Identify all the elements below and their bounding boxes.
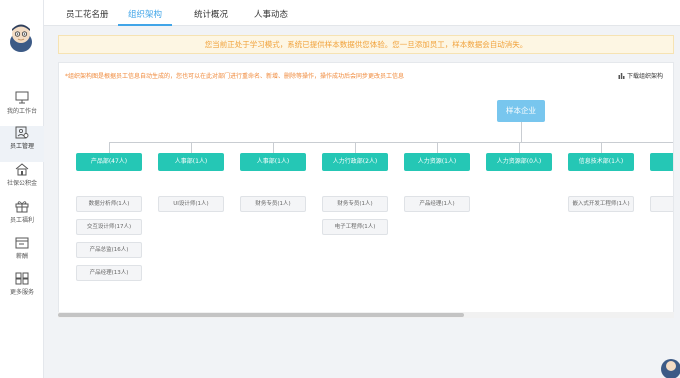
- bar-chart-icon: [618, 73, 625, 79]
- org-chart-tip: *组织架构图是根据员工信息自动生成的，您也可以在此对部门进行重命名、新增、删除等…: [65, 73, 405, 80]
- department-node[interactable]: 人力行政部(2人): [322, 153, 388, 171]
- sidebar-item-label: 更多服务: [9, 289, 34, 296]
- top-nav: 员工花名册 组织架构 统计概况 人事动态: [44, 0, 680, 26]
- learning-mode-notice: 您当前正处于学习模式，系统已提供样本数据供您体验。您一旦添加员工，样本数据会自动…: [58, 35, 674, 54]
- horizontal-scrollbar[interactable]: [58, 312, 674, 318]
- position-node[interactable]: UI设计师(1人): [158, 196, 224, 212]
- sidebar-item-more-services[interactable]: 更多服务: [0, 272, 44, 308]
- position-node[interactable]: 产: [650, 196, 673, 212]
- download-label: 下载组织架构: [626, 73, 663, 80]
- position-node[interactable]: 嵌入式开发工程师(1人): [568, 196, 634, 212]
- position-node[interactable]: 产品经理(13人): [76, 265, 142, 281]
- download-org-chart-button[interactable]: 下载组织架构: [618, 71, 663, 80]
- department-node[interactable]: 人事部(1人): [240, 153, 306, 171]
- org-root-node[interactable]: 样本企业: [497, 100, 545, 122]
- position-node[interactable]: 产品经理(1人): [404, 196, 470, 212]
- assistant-avatar-icon[interactable]: [660, 358, 680, 378]
- wallet-icon: [15, 237, 29, 249]
- position-node[interactable]: 财务专员(1人): [322, 196, 388, 212]
- department-node[interactable]: 市场: [650, 153, 673, 171]
- sidebar-item-employee-benefits[interactable]: 员工福利: [0, 200, 44, 236]
- grid-icon: [15, 272, 29, 285]
- position-node[interactable]: 产品总监(16人): [76, 242, 142, 258]
- department-node[interactable]: 人事部(1人): [158, 153, 224, 171]
- dept-connector: [601, 142, 602, 153]
- dept-connector: [355, 142, 356, 153]
- department-node[interactable]: 人力资源部(0人): [486, 153, 552, 171]
- sidebar-item-label: 薪酬: [15, 253, 28, 260]
- sidebar-item-social-security[interactable]: 社保公积金: [0, 163, 44, 199]
- org-chart-panel: *组织架构图是根据员工信息自动生成的，您也可以在此对部门进行重命名、新增、删除等…: [58, 62, 674, 318]
- department-node[interactable]: 人力资源(1人): [404, 153, 470, 171]
- department-node[interactable]: 产品部(47人): [76, 153, 142, 171]
- user-avatar[interactable]: [6, 20, 36, 54]
- dept-connector-line: [109, 142, 673, 143]
- department-node[interactable]: 信息技术部(1人): [568, 153, 634, 171]
- dept-connector: [191, 142, 192, 153]
- employee-card-icon: [15, 126, 29, 139]
- dept-connector: [519, 142, 520, 153]
- tab-employee-roster[interactable]: 员工花名册: [66, 0, 109, 26]
- sidebar-item-label: 员工福利: [9, 217, 34, 224]
- sidebar-item-employee-management[interactable]: 员工管理: [0, 126, 44, 162]
- dept-connector: [109, 142, 110, 153]
- position-node[interactable]: 交互设计师(17人): [76, 219, 142, 235]
- sidebar-item-label: 我的工作台: [6, 108, 37, 115]
- tab-hr-updates[interactable]: 人事动态: [254, 0, 288, 26]
- dept-connector: [273, 142, 274, 153]
- dept-connector: [437, 142, 438, 153]
- sidebar-item-label: 社保公积金: [6, 180, 37, 187]
- sidebar-item-salary[interactable]: 薪酬: [0, 236, 44, 272]
- tab-statistics[interactable]: 统计概况: [194, 0, 228, 26]
- root-connector: [521, 122, 522, 142]
- position-node[interactable]: 数据分析师(1人): [76, 196, 142, 212]
- tab-org-structure[interactable]: 组织架构: [118, 0, 173, 26]
- gift-icon: [15, 201, 29, 213]
- position-node[interactable]: 电子工程师(1人): [322, 219, 388, 235]
- monitor-icon: [15, 91, 29, 104]
- scrollbar-thumb[interactable]: [58, 313, 464, 317]
- sidebar-item-workbench[interactable]: 我的工作台: [0, 91, 44, 127]
- sidebar-item-label: 员工管理: [9, 143, 34, 150]
- sidebar: 我的工作台 员工管理 社保公积金 员工福利 薪酬 更多服务: [0, 0, 44, 378]
- house-icon: [15, 163, 29, 176]
- position-node[interactable]: 财务专员(1人): [240, 196, 306, 212]
